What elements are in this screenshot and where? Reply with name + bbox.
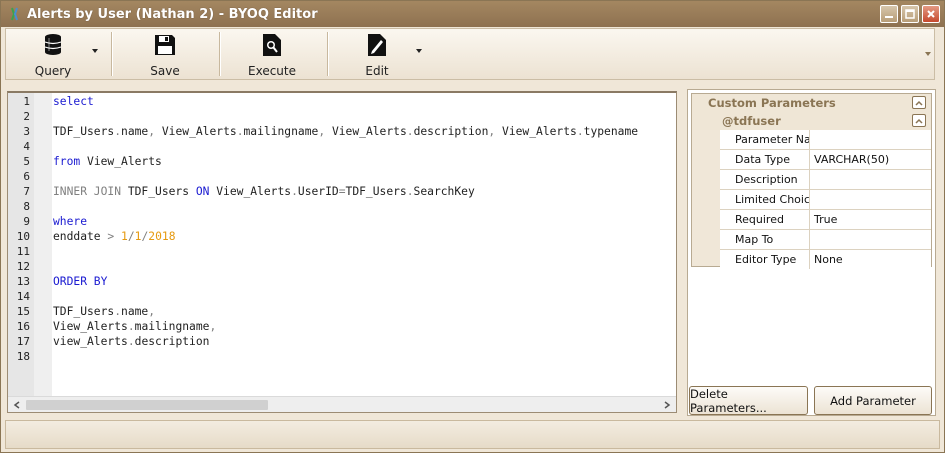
property-name: Limited Choic... — [720, 190, 810, 209]
window-controls — [880, 5, 940, 23]
property-value[interactable] — [811, 230, 931, 249]
category-label: Custom Parameters — [708, 96, 836, 110]
app-icon — [7, 6, 23, 22]
line-number: 17 — [16, 335, 30, 348]
edit-button[interactable]: Edit — [346, 29, 408, 79]
line-number: 16 — [16, 320, 30, 333]
close-icon[interactable] — [922, 5, 940, 23]
property-value[interactable] — [811, 170, 931, 189]
toolbar-separator — [327, 32, 328, 76]
property-value[interactable]: True — [811, 210, 931, 229]
minimize-icon[interactable] — [880, 5, 898, 23]
line-number: 2 — [23, 110, 30, 123]
code-line: view_Alerts.description — [53, 335, 210, 348]
add-parameter-button[interactable]: Add Parameter — [814, 386, 932, 415]
property-name: Required — [720, 210, 810, 229]
toolbar-separator — [219, 32, 220, 76]
property-name: Data Type — [720, 150, 810, 169]
window-title: Alerts by User (Nathan 2) - BYOQ Editor — [27, 6, 318, 22]
code-line: TDF_Users.name, — [53, 305, 156, 318]
execute-button[interactable]: Execute — [237, 29, 307, 79]
execute-label: Execute — [248, 64, 296, 78]
code-line: INNER JOIN TDF_Users ON View_Alerts.User… — [53, 185, 475, 198]
property-name: Description — [720, 170, 810, 189]
chevron-right-icon[interactable] — [660, 398, 674, 412]
property-row[interactable]: Editor Type None — [720, 250, 931, 270]
line-number: 11 — [16, 245, 30, 258]
property-row[interactable]: Limited Choic... — [720, 190, 931, 210]
line-number: 14 — [16, 290, 30, 303]
property-row[interactable]: Description — [720, 170, 931, 190]
database-icon — [43, 33, 63, 60]
code-line: from View_Alerts — [53, 155, 162, 168]
code-line: select — [53, 95, 94, 108]
property-name: Parameter Na... — [720, 130, 810, 149]
category-custom-parameters[interactable]: Custom Parameters — [692, 94, 931, 112]
edit-dropdown-icon[interactable] — [416, 49, 422, 53]
property-row[interactable]: Map To — [720, 230, 931, 250]
line-number: 5 — [23, 155, 30, 168]
property-value[interactable]: None — [811, 250, 931, 269]
line-number: 13 — [16, 275, 30, 288]
property-value[interactable] — [811, 190, 931, 209]
fold-margin — [34, 93, 52, 397]
property-row[interactable]: Data Type VARCHAR(50) — [720, 150, 931, 170]
query-label: Query — [34, 64, 72, 78]
line-number: 15 — [16, 305, 30, 318]
editor-window: Alerts by User (Nathan 2) - BYOQ Editor … — [0, 0, 945, 453]
parameter-group[interactable]: @tdfuser — [692, 112, 931, 130]
toolbar-separator — [111, 32, 112, 76]
line-number: 10 — [16, 230, 30, 243]
horizontal-scrollbar[interactable] — [8, 396, 676, 412]
line-number: 4 — [23, 140, 30, 153]
collapse-icon[interactable] — [912, 114, 926, 127]
line-number-gutter: 1 2 3 4 5 6 7 8 9 10 11 12 13 14 15 16 1… — [8, 93, 34, 397]
code-line: TDF_Users.name, View_Alerts.mailingname,… — [53, 125, 639, 138]
floppy-disk-icon — [153, 33, 177, 60]
line-number: 1 — [23, 95, 30, 108]
property-name: Map To — [720, 230, 810, 249]
sql-editor[interactable]: 1 2 3 4 5 6 7 8 9 10 11 12 13 14 15 16 1… — [7, 91, 677, 413]
line-number: 9 — [23, 215, 30, 228]
line-number: 18 — [16, 350, 30, 363]
code-line: enddate > 1/1/2018 — [53, 230, 176, 243]
line-number: 12 — [16, 260, 30, 273]
property-value[interactable] — [811, 130, 931, 149]
save-button[interactable]: Save — [130, 29, 200, 79]
edit-label: Edit — [365, 64, 389, 78]
code-line: ORDER BY — [53, 275, 108, 288]
property-value[interactable]: VARCHAR(50) — [811, 150, 931, 169]
toolbar-overflow-icon[interactable] — [924, 47, 932, 61]
parameters-panel: Custom Parameters @tdfuser Parameter Na.… — [687, 89, 936, 416]
collapse-icon[interactable] — [912, 96, 926, 109]
property-row[interactable]: Parameter Na... — [720, 130, 931, 150]
property-row[interactable]: Required True — [720, 210, 931, 230]
status-bar — [5, 420, 940, 449]
line-number: 3 — [23, 125, 30, 138]
delete-parameters-button[interactable]: Delete Parameters... — [689, 386, 808, 415]
chevron-left-icon[interactable] — [10, 398, 24, 412]
maximize-icon[interactable] — [901, 5, 919, 23]
line-number: 8 — [23, 200, 30, 213]
property-grid: Custom Parameters @tdfuser Parameter Na.… — [691, 93, 932, 270]
parameter-name: @tdfuser — [722, 114, 781, 128]
document-search-icon — [262, 33, 282, 60]
edit-pencil-icon — [367, 33, 387, 60]
property-name: Editor Type — [720, 250, 810, 269]
code-line: where — [53, 215, 88, 228]
save-label: Save — [150, 64, 180, 78]
toolbar: Query Save Execute Edit — [5, 28, 935, 80]
line-number: 6 — [23, 170, 30, 183]
scrollbar-thumb[interactable] — [26, 400, 268, 410]
query-button[interactable]: Query — [20, 29, 86, 79]
title-bar[interactable]: Alerts by User (Nathan 2) - BYOQ Editor — [1, 1, 944, 27]
line-number: 7 — [23, 185, 30, 198]
code-line: View_Alerts.mailingname, — [53, 320, 217, 333]
query-dropdown-icon[interactable] — [92, 49, 98, 53]
